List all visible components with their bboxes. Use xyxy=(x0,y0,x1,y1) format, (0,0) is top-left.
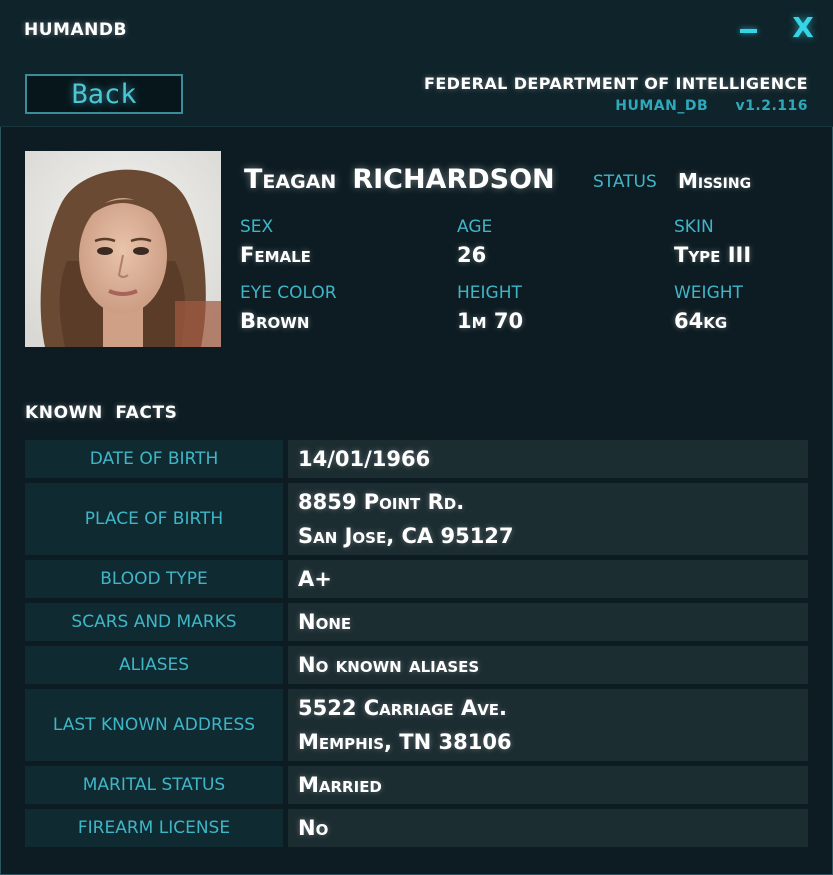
fact-value: Married xyxy=(288,766,808,804)
height-label: HEIGHT xyxy=(457,283,522,303)
fact-value-line: No xyxy=(298,816,329,840)
fact-value: No xyxy=(288,809,808,847)
portrait-image xyxy=(25,151,221,347)
fact-label: FIREARM LICENSE xyxy=(25,809,283,847)
fact-value-line: A+ xyxy=(298,567,332,591)
status-label: STATUS xyxy=(593,172,657,192)
fact-value-line: 8859 Point Rd. xyxy=(298,490,465,514)
eye-color-label: EYE COLOR xyxy=(240,283,337,303)
fact-row-scars-and-marks: SCARS AND MARKS None xyxy=(25,603,808,641)
fact-value: 14/01/1966 xyxy=(288,440,808,478)
fact-value-line: San Jose, CA 95127 xyxy=(298,524,514,548)
title-bar: HUMANDB X Back FEDERAL DEPARTMENT OF INT… xyxy=(0,0,833,127)
back-button[interactable]: Back xyxy=(25,74,183,114)
close-button[interactable]: X xyxy=(786,12,820,44)
skin-label: SKIN xyxy=(674,217,714,237)
last-name: RICHARDSON xyxy=(352,164,555,195)
fact-label: BLOOD TYPE xyxy=(25,560,283,598)
fact-label: DATE OF BIRTH xyxy=(25,440,283,478)
fact-label: LAST KNOWN ADDRESS xyxy=(25,689,283,761)
age-label: AGE xyxy=(457,217,493,237)
agency-name: FEDERAL DEPARTMENT OF INTELLIGENCE xyxy=(424,74,808,93)
weight-label: WEIGHT xyxy=(674,283,743,303)
fact-label: MARITAL STATUS xyxy=(25,766,283,804)
close-icon: X xyxy=(792,11,814,44)
sex-label: SEX xyxy=(240,217,274,237)
status-value: Missing xyxy=(678,169,752,193)
fact-value-line: Married xyxy=(298,773,382,797)
minimize-icon xyxy=(740,29,757,33)
version-number: v1.2.116 xyxy=(735,98,808,114)
minimize-button[interactable] xyxy=(731,12,765,44)
fact-value-line: 14/01/1966 xyxy=(298,447,431,471)
height-value: 1m 70 xyxy=(457,309,524,333)
fact-label: SCARS AND MARKS xyxy=(25,603,283,641)
fact-row-firearm-license: FIREARM LICENSE No xyxy=(25,809,808,847)
fact-value-line: No known aliases xyxy=(298,653,480,677)
fact-row-last-known-address: LAST KNOWN ADDRESS 5522 Carriage Ave. Me… xyxy=(25,689,808,761)
sex-value: Female xyxy=(240,243,311,267)
db-name: HUMAN_DB xyxy=(615,98,709,114)
fact-row-place-of-birth: PLACE OF BIRTH 8859 Point Rd. San Jose, … xyxy=(25,483,808,555)
fact-value-line: 5522 Carriage Ave. xyxy=(298,696,508,720)
fact-label: PLACE OF BIRTH xyxy=(25,483,283,555)
known-facts-table: DATE OF BIRTH 14/01/1966 PLACE OF BIRTH … xyxy=(25,440,808,852)
fact-label: ALIASES xyxy=(25,646,283,684)
fact-value: 5522 Carriage Ave. Memphis, TN 38106 xyxy=(288,689,808,761)
weight-value: 64kg xyxy=(674,309,728,333)
first-name: Teagan xyxy=(244,164,337,195)
fact-value: No known aliases xyxy=(288,646,808,684)
version-info: HUMAN_DB v1.2.116 xyxy=(615,98,808,114)
subject-photo xyxy=(25,151,221,347)
fact-value-line: None xyxy=(298,610,352,634)
subject-name: Teagan RICHARDSON xyxy=(244,164,555,195)
eye-color-value: Brown xyxy=(240,309,310,333)
known-facts-heading: KNOWN FACTS xyxy=(25,403,178,423)
fact-row-aliases: ALIASES No known aliases xyxy=(25,646,808,684)
skin-value: Type III xyxy=(674,243,752,267)
fact-row-blood-type: BLOOD TYPE A+ xyxy=(25,560,808,598)
fact-value: A+ xyxy=(288,560,808,598)
fact-row-marital-status: MARITAL STATUS Married xyxy=(25,766,808,804)
age-value: 26 xyxy=(457,243,487,267)
fact-value-line: Memphis, TN 38106 xyxy=(298,730,512,754)
fact-row-date-of-birth: DATE OF BIRTH 14/01/1966 xyxy=(25,440,808,478)
fact-value: 8859 Point Rd. San Jose, CA 95127 xyxy=(288,483,808,555)
fact-value: None xyxy=(288,603,808,641)
app-title: HUMANDB xyxy=(24,20,127,40)
